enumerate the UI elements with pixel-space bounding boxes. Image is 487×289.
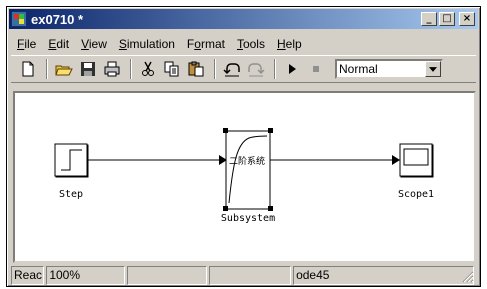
menu-bar: File Edit View Simulation Format Tools H… [11, 34, 308, 53]
scope-block[interactable] [399, 143, 434, 178]
cut-button[interactable] [137, 58, 159, 80]
start-icon [289, 64, 296, 74]
print-icon [104, 61, 120, 77]
menu-edit[interactable]: Edit [42, 37, 75, 51]
model-canvas[interactable]: 二阶系统 Step Subsystem Scope1 [13, 91, 476, 263]
save-icon [81, 62, 95, 76]
toolbar-separator [214, 59, 216, 79]
print-button[interactable] [101, 58, 123, 80]
start-button[interactable] [281, 58, 303, 80]
block-diagram: 二阶系统 [54, 128, 434, 211]
status-empty-2 [208, 266, 292, 285]
title-bar[interactable]: ex0710 * _ □ × [9, 9, 478, 29]
copy-icon [164, 61, 179, 77]
undo-icon [223, 63, 240, 77]
undo-button[interactable] [221, 58, 243, 80]
maximize-button[interactable]: □ [439, 12, 455, 26]
status-solver: ode45 [293, 266, 475, 285]
resize-grip-icon[interactable] [462, 271, 474, 283]
simulink-icon [11, 11, 27, 27]
stop-icon [313, 66, 319, 72]
subsystem-label: Subsystem [220, 213, 276, 224]
step-label: Step [58, 189, 84, 200]
menu-simulation[interactable]: Simulation [113, 37, 181, 51]
menu-view[interactable]: View [75, 37, 113, 51]
menu-tools[interactable]: Tools [231, 37, 271, 51]
model-window: ex0710 * _ □ × File Edit View Simulation… [6, 6, 481, 287]
scope1-label: Scope1 [397, 189, 435, 200]
status-zoom: 100% [46, 266, 125, 285]
status-ready: Reac [11, 266, 45, 285]
new-icon [22, 61, 34, 77]
close-button[interactable]: × [459, 12, 475, 26]
save-button[interactable] [77, 58, 99, 80]
redo-button[interactable] [245, 58, 267, 80]
paste-button[interactable] [185, 58, 207, 80]
menu-help[interactable]: Help [271, 37, 308, 51]
menu-format[interactable]: Format [181, 37, 231, 51]
open-button[interactable] [53, 58, 75, 80]
status-bar: Reac 100% ode45 [11, 266, 476, 285]
toolbar-separator [274, 59, 276, 79]
open-icon [55, 65, 73, 76]
simulation-mode-select[interactable]: Normal [335, 59, 443, 79]
redo-icon [248, 63, 265, 77]
status-empty-1 [126, 266, 207, 285]
toolbar: Normal [11, 55, 476, 83]
window-title: ex0710 * [31, 11, 84, 27]
chevron-down-icon[interactable] [425, 61, 441, 77]
toolbar-separator [46, 59, 48, 79]
toolbar-separator [130, 59, 132, 79]
simulation-mode-value: Normal [339, 62, 378, 76]
signal-line-subsystem-to-scope[interactable] [270, 155, 400, 165]
new-button[interactable] [17, 58, 39, 80]
minimize-button[interactable]: _ [421, 12, 437, 26]
signal-line-step-to-subsystem[interactable] [88, 155, 227, 165]
copy-button[interactable] [161, 58, 183, 80]
stop-button[interactable] [305, 58, 327, 80]
paste-icon [188, 61, 204, 77]
step-block[interactable] [54, 143, 89, 178]
cut-icon [142, 61, 154, 76]
menu-file[interactable]: File [11, 37, 42, 51]
subsystem-inner-label: 二阶系统 [229, 155, 265, 167]
subsystem-block[interactable]: 二阶系统 [223, 128, 273, 211]
